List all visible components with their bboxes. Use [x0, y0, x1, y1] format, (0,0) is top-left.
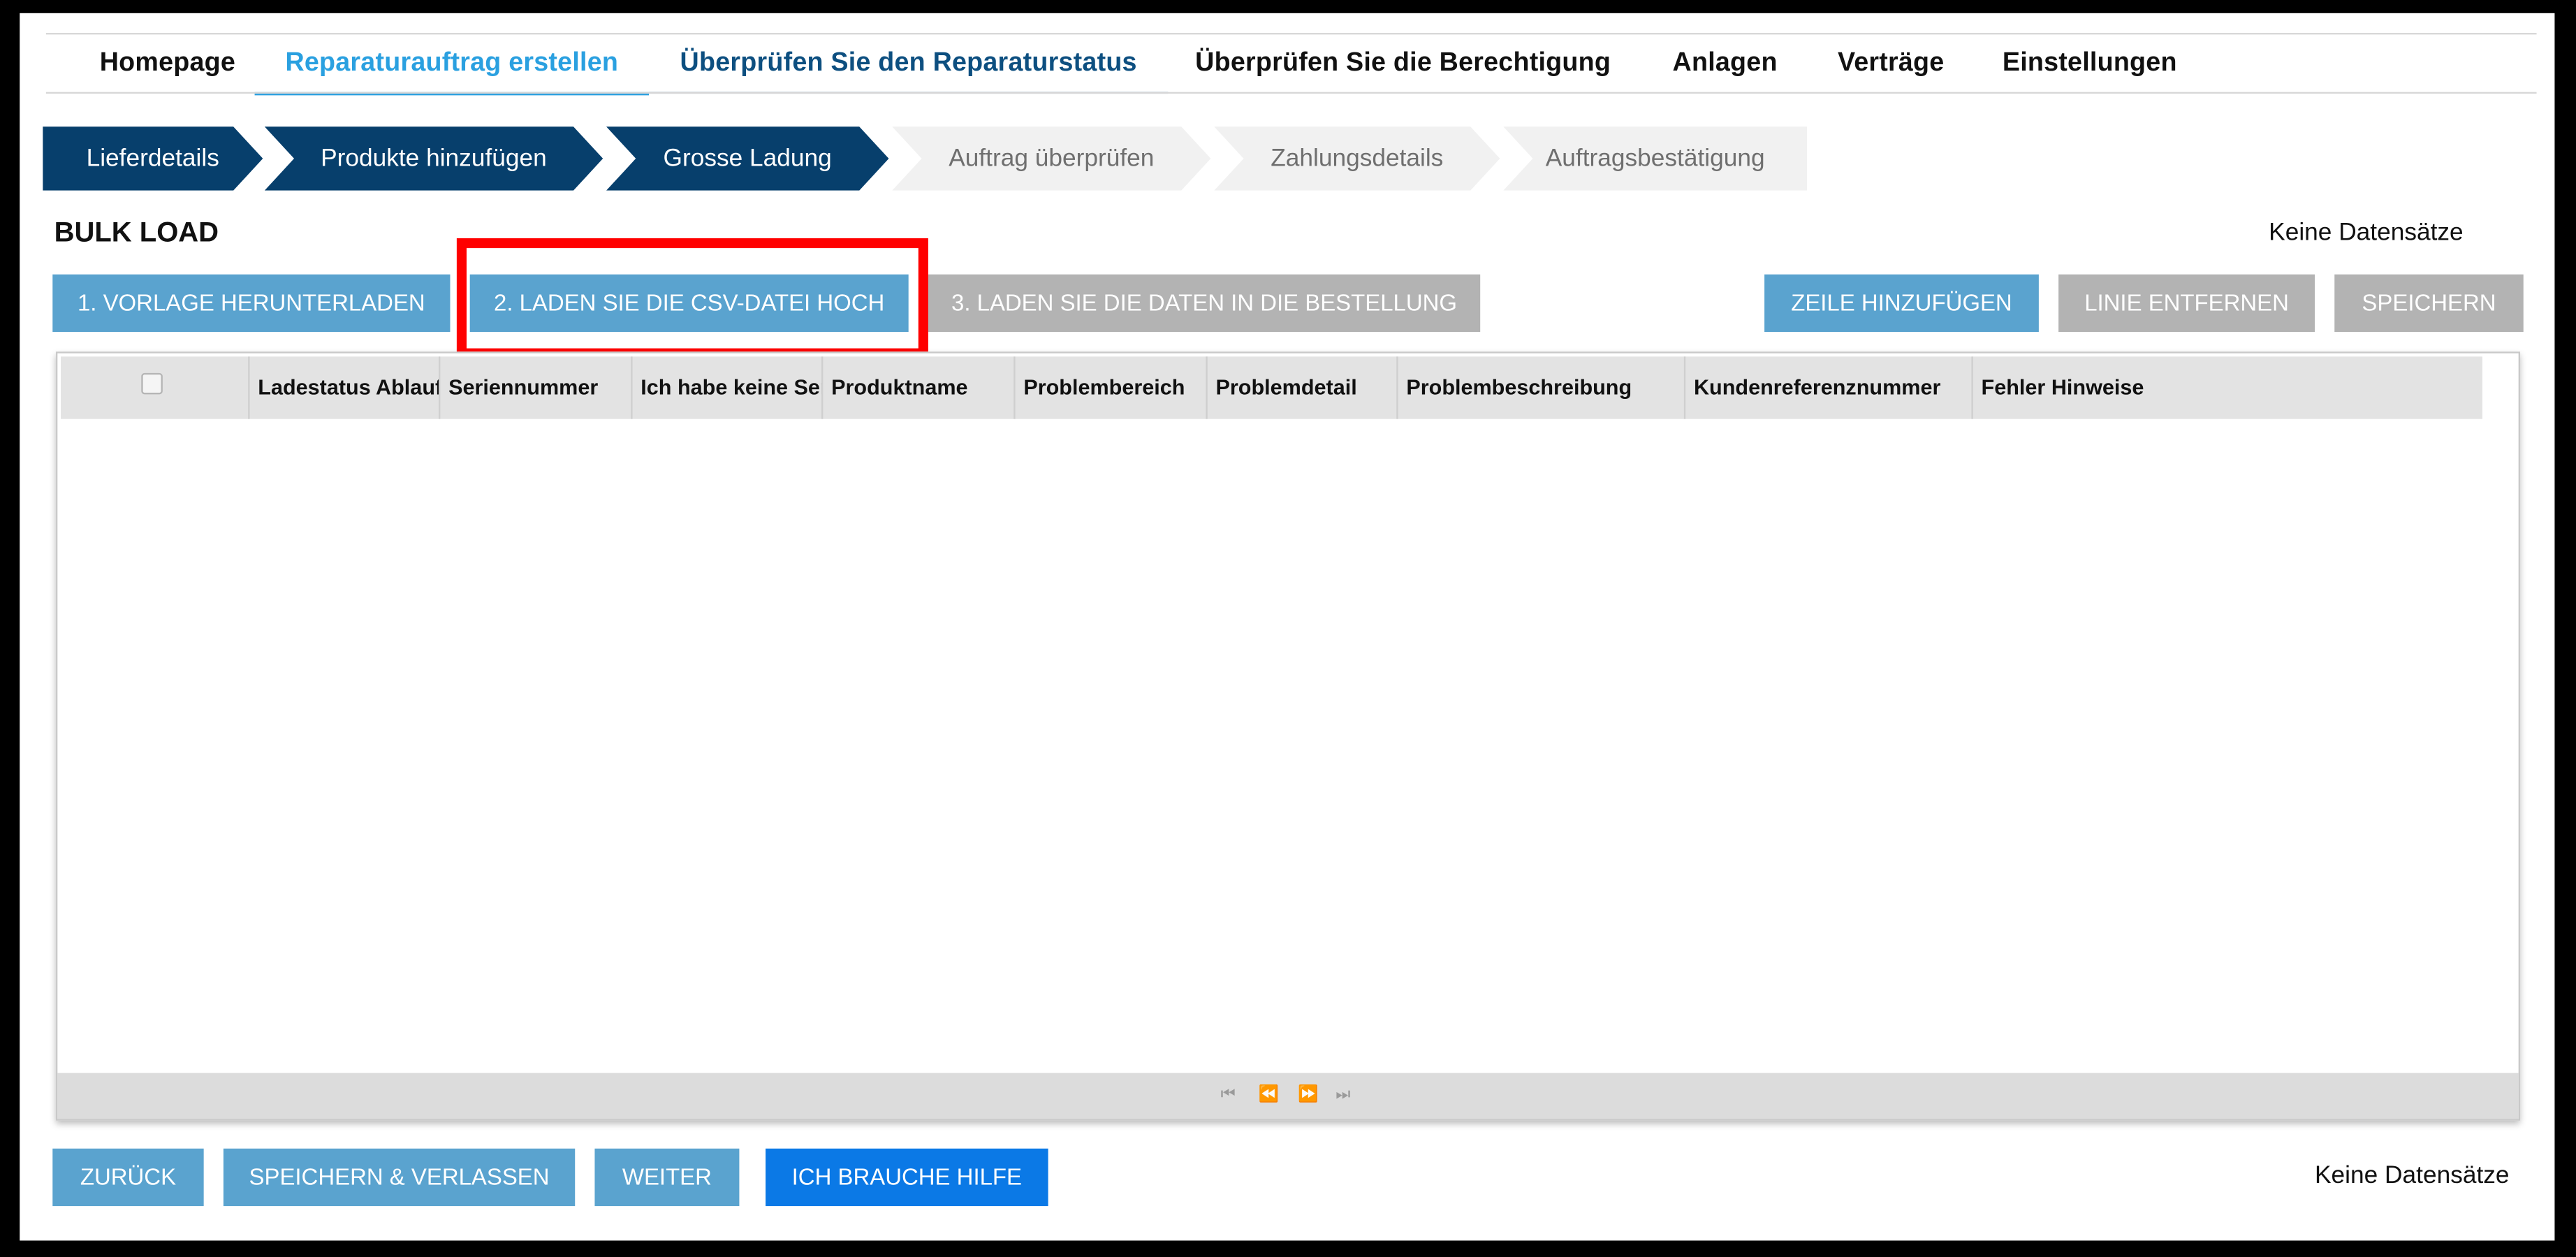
pager-first-icon[interactable]: ⏮	[1221, 1083, 1236, 1110]
remove-line-button[interactable]: LINIE ENTFERNEN	[2058, 274, 2315, 333]
grid-header: Ladestatus Ablauf Seriennummer Ich habe …	[61, 356, 2482, 419]
pager-last-icon[interactable]: ⏭	[1335, 1083, 1350, 1110]
download-template-button[interactable]: 1. VORLAGE HERUNTERLADEN	[52, 274, 451, 333]
step-bulk-load[interactable]: Grosse Ladung	[606, 126, 889, 191]
column-header-problem-area[interactable]: Problembereich	[1016, 356, 1208, 419]
step-order-confirmation: Auftragsbestätigung	[1503, 126, 1808, 191]
grid-pager: ⏮ ⏪ ⏩ ⏭	[57, 1073, 2519, 1119]
column-header-product-name[interactable]: Produktname	[823, 356, 1016, 419]
nav-item-check-repair-status[interactable]: Überprüfen Sie den Reparaturstatus	[649, 34, 1169, 94]
back-button[interactable]: ZURÜCK	[52, 1148, 204, 1207]
column-header-error-notes[interactable]: Fehler Hinweise	[1973, 356, 2482, 419]
column-header-no-serial-number[interactable]: Ich habe keine Seriennummer	[633, 356, 824, 419]
nav-item-create-repair-order[interactable]: Reparaturauftrag erstellen	[254, 34, 650, 96]
records-count-bottom: Keine Datensätze	[2315, 1161, 2510, 1190]
page-title: BULK LOAD	[54, 217, 219, 249]
column-header-customer-reference[interactable]: Kundenreferenznummer	[1685, 356, 1973, 419]
records-count-top: Keine Datensätze	[2269, 218, 2464, 247]
need-help-button[interactable]: ICH BRAUCHE HILFE	[766, 1148, 1048, 1207]
step-delivery-details[interactable]: Lieferdetails	[43, 126, 263, 191]
column-header-serial-number[interactable]: Seriennummer	[440, 356, 633, 419]
nav-item-assets[interactable]: Anlagen	[1638, 34, 1812, 92]
pager-next-icon[interactable]: ⏩	[1298, 1083, 1318, 1110]
add-row-button[interactable]: ZEILE HINZUFÜGEN	[1764, 274, 2039, 333]
select-all-checkbox[interactable]	[141, 372, 163, 395]
step-payment-details: Zahlungsdetails	[1214, 126, 1500, 191]
load-data-into-order-button[interactable]: 3. LADEN SIE DIE DATEN IN DIE BESTELLUNG	[928, 274, 1481, 333]
column-header-problem-detail[interactable]: Problemdetail	[1208, 356, 1398, 419]
pager-prev-icon[interactable]: ⏪	[1259, 1083, 1279, 1110]
nav-bottom-divider	[45, 92, 2537, 94]
nav-item-check-eligibility[interactable]: Überprüfen Sie die Berechtigung	[1168, 34, 1638, 92]
nav-item-settings[interactable]: Einstellungen	[1970, 34, 2209, 92]
nav-item-contracts[interactable]: Verträge	[1812, 34, 1970, 92]
grid-header-select-all	[61, 356, 250, 419]
step-review-order: Auftrag überprüfen	[892, 126, 1210, 191]
save-and-exit-button[interactable]: SPEICHERN & VERLASSEN	[223, 1148, 576, 1207]
bulk-load-grid: Ladestatus Ablauf Seriennummer Ich habe …	[55, 351, 2521, 1121]
column-header-load-status[interactable]: Ladestatus Ablauf	[250, 356, 441, 419]
step-add-products[interactable]: Produkte hinzufügen	[265, 126, 603, 191]
column-header-problem-description[interactable]: Problembeschreibung	[1398, 356, 1686, 419]
save-button[interactable]: SPEICHERN	[2334, 274, 2524, 333]
app-window: Homepage Reparaturauftrag erstellen Über…	[20, 13, 2555, 1241]
highlight-box	[456, 238, 928, 358]
nav-item-homepage[interactable]: Homepage	[56, 34, 279, 92]
next-button[interactable]: WEITER	[594, 1148, 740, 1207]
